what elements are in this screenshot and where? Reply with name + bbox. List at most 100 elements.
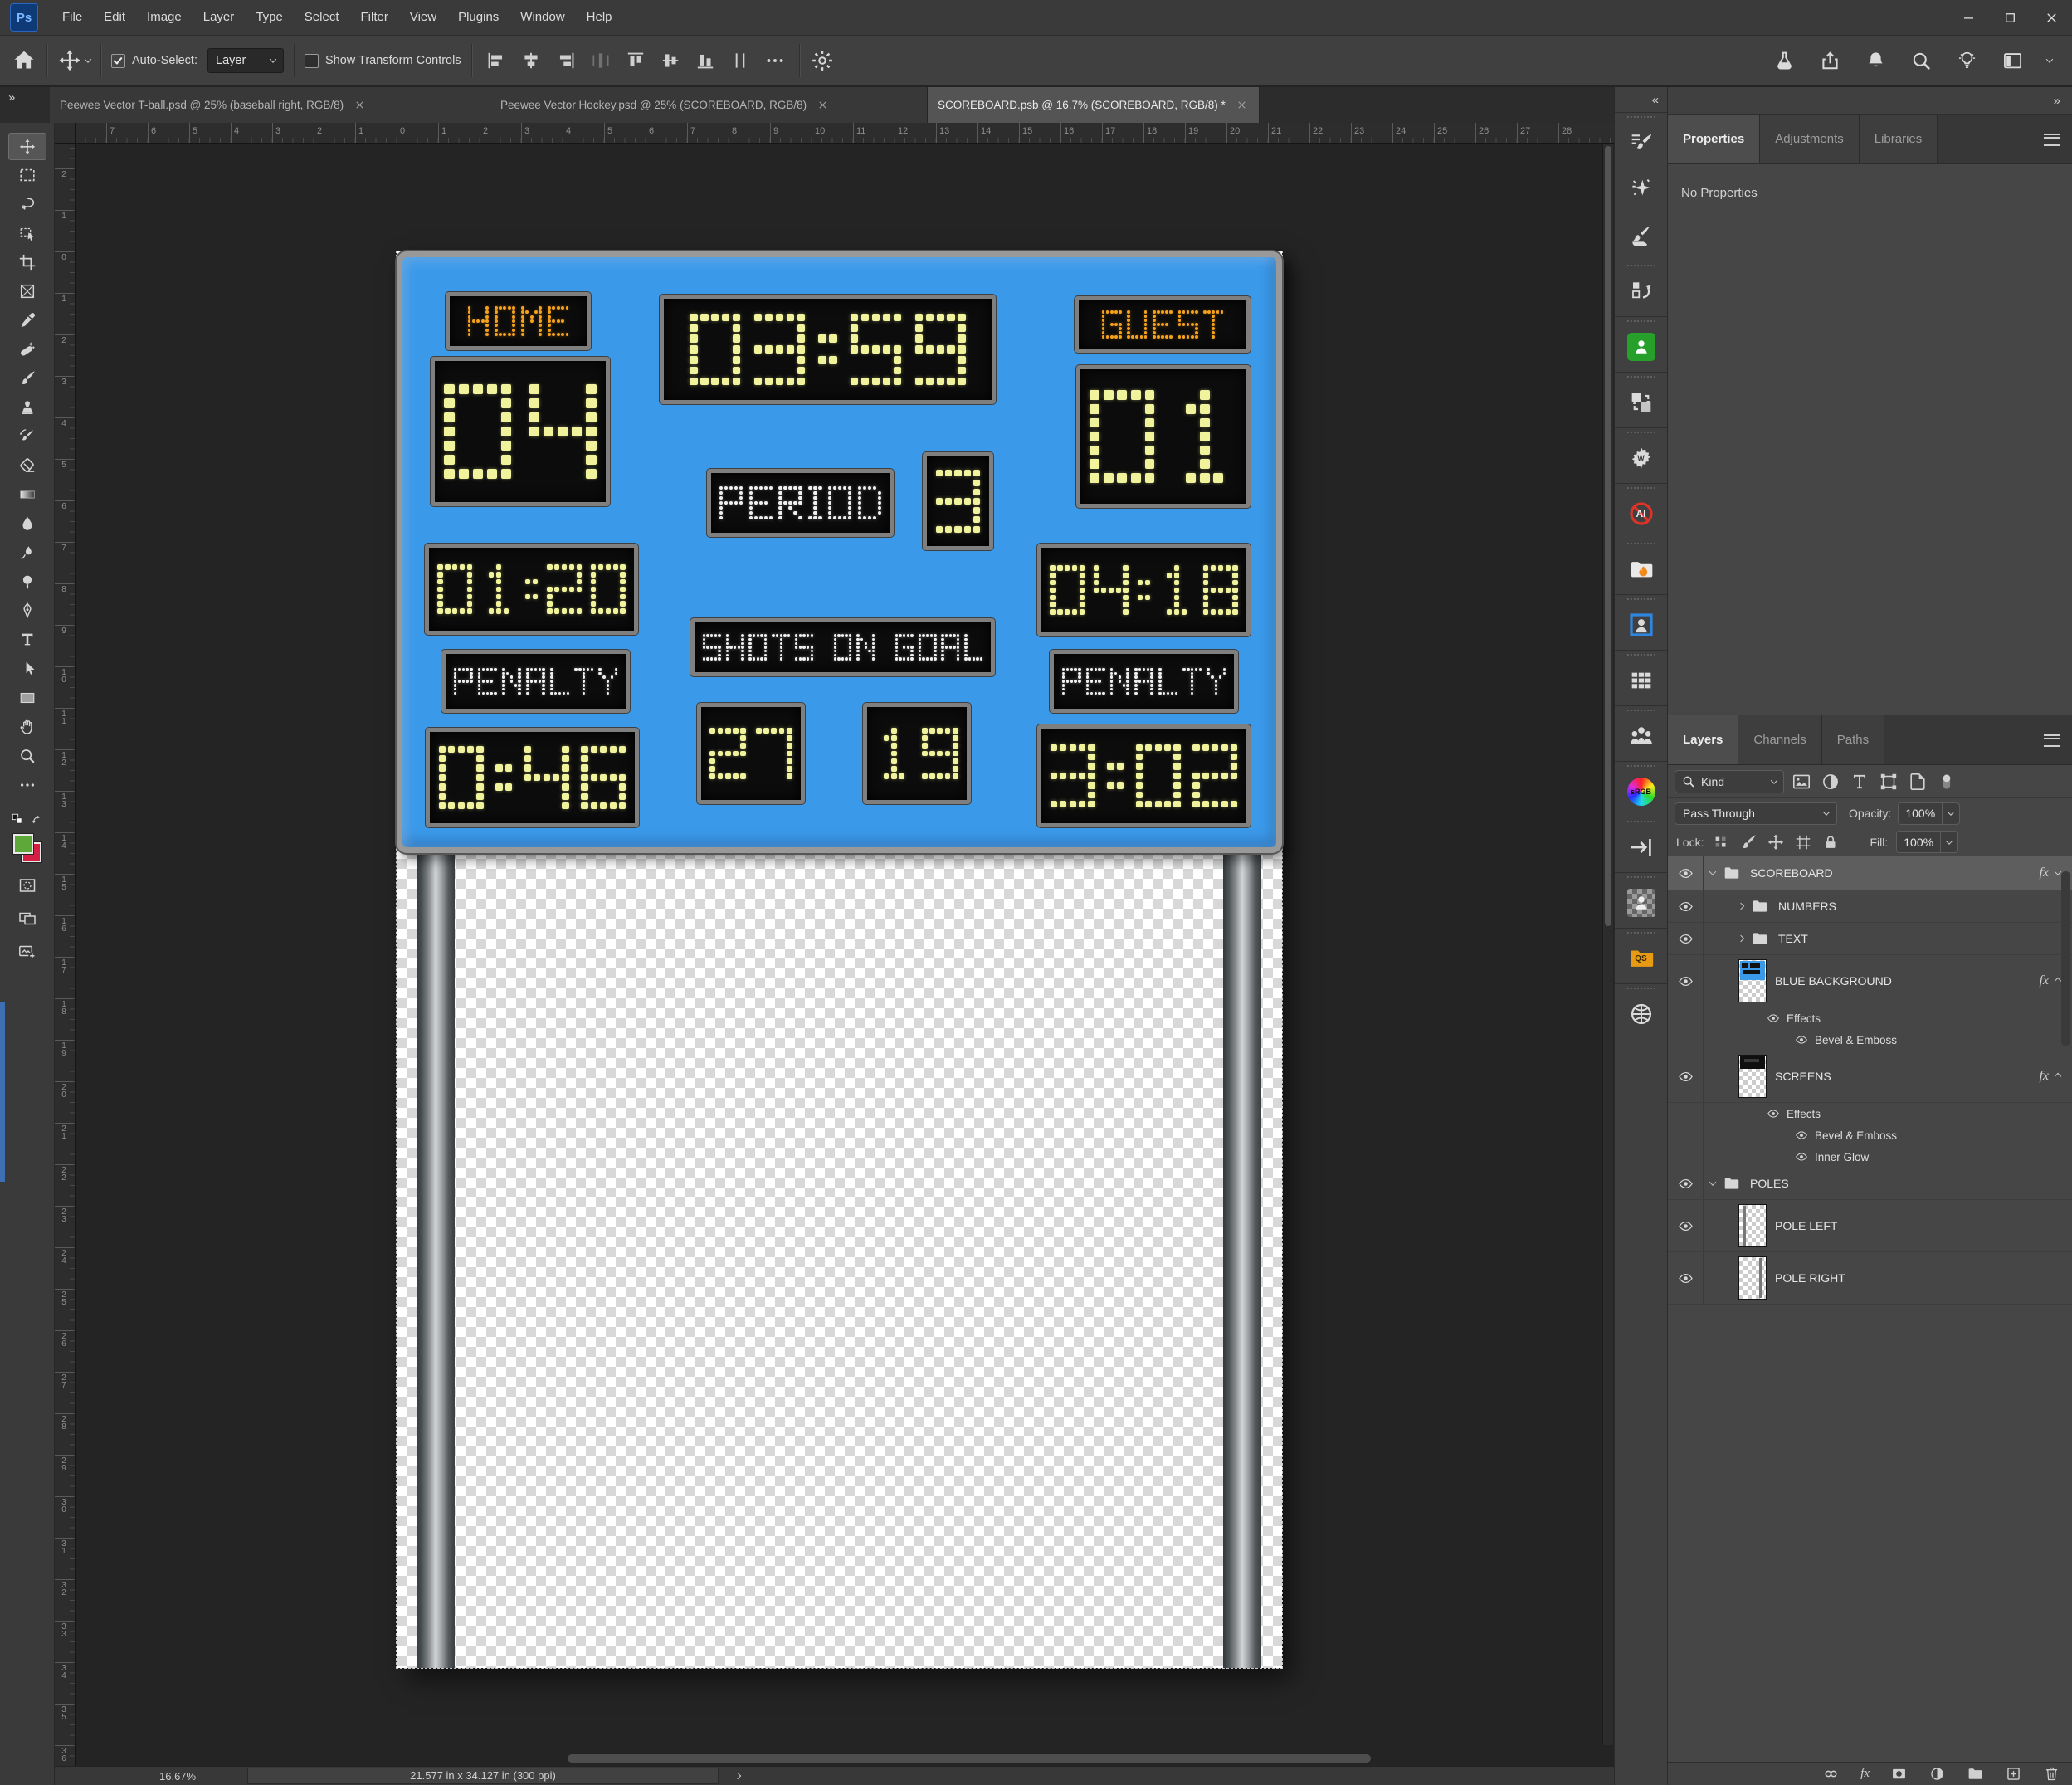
fill-dropdown-chevron[interactable]: [1940, 832, 1957, 852]
fill-field[interactable]: 100%: [1896, 831, 1958, 853]
fx-chevron-icon[interactable]: [2055, 978, 2061, 984]
blend-mode-dropdown[interactable]: Pass Through: [1675, 802, 1837, 825]
show-transform-checkbox[interactable]: Show Transform Controls: [305, 54, 461, 68]
layer-filter-dropdown[interactable]: Kind: [1675, 770, 1784, 793]
drag-grip[interactable]: [1627, 487, 1655, 489]
ellipsis-tool[interactable]: [7, 770, 48, 799]
properties-tab-libraries[interactable]: Libraries: [1860, 115, 1938, 163]
document-info[interactable]: 21.577 in x 34.127 in (300 ppi): [247, 1768, 719, 1784]
fx-badge[interactable]: fx: [2039, 973, 2049, 988]
menu-type[interactable]: Type: [245, 0, 294, 35]
auto-select-checkbox[interactable]: Auto-Select:: [111, 54, 197, 68]
menu-filter[interactable]: Filter: [350, 0, 399, 35]
move-tool[interactable]: [8, 133, 46, 160]
visibility-eye-icon[interactable]: [1767, 1012, 1780, 1025]
beaker-icon[interactable]: [1773, 50, 1796, 72]
visibility-eye-icon[interactable]: [1678, 1218, 1694, 1234]
layer-row-screens[interactable]: SCREENSfx: [1668, 1051, 2072, 1103]
drag-grip[interactable]: [1627, 265, 1655, 266]
chevron-right-icon[interactable]: [1738, 935, 1744, 942]
opacity-field[interactable]: 100%: [1898, 802, 1960, 825]
opacity-dropdown-chevron[interactable]: [1942, 803, 1959, 824]
maximize-button[interactable]: [1989, 0, 2031, 35]
fx-chevron-icon[interactable]: [2055, 868, 2061, 875]
srgb-profile-icon[interactable]: sRGB: [1615, 768, 1667, 815]
link-layers-button[interactable]: [1822, 1765, 1840, 1783]
background-removal-plugin-icon[interactable]: [1615, 880, 1667, 926]
visibility-eye-icon[interactable]: [1678, 931, 1694, 947]
transform-swap-panel-icon[interactable]: [1615, 379, 1667, 426]
visibility-eye-icon[interactable]: [1795, 1129, 1808, 1142]
type-tool[interactable]: [7, 625, 48, 654]
effects-sparkle-panel-icon[interactable]: [1615, 166, 1667, 212]
filter-kind-shape-icon[interactable]: [1878, 771, 1899, 793]
layer-row-bevel-emboss[interactable]: Bevel & Emboss: [1668, 1029, 2072, 1051]
rectangle-tool[interactable]: [7, 683, 48, 712]
new-adjustment-button[interactable]: [1928, 1765, 1946, 1783]
home-icon[interactable]: [12, 48, 37, 73]
distribute-v-icon[interactable]: [729, 50, 751, 71]
visibility-eye-icon[interactable]: [1678, 973, 1694, 989]
minimize-button[interactable]: [1948, 0, 1989, 35]
bell-icon[interactable]: [1865, 50, 1887, 72]
lock-lock-icon[interactable]: [1821, 833, 1840, 851]
layers-scrollbar-thumb[interactable]: [2061, 871, 2070, 1046]
menu-plugins[interactable]: Plugins: [447, 0, 509, 35]
dock-expand-icon[interactable]: «: [1615, 87, 1667, 112]
drag-grip[interactable]: [1627, 876, 1655, 878]
horizontal-scrollbar-thumb[interactable]: [568, 1754, 1371, 1763]
menu-file[interactable]: File: [51, 0, 93, 35]
layer-row-blue-background[interactable]: BLUE BACKGROUNDfx: [1668, 955, 2072, 1007]
healing-brush-tool[interactable]: [7, 334, 48, 363]
search-icon[interactable]: [1910, 50, 1933, 72]
menu-layer[interactable]: Layer: [193, 0, 246, 35]
menu-window[interactable]: Window: [509, 0, 575, 35]
visibility-eye-icon[interactable]: [1795, 1150, 1808, 1163]
foreground-color-swatch[interactable]: [13, 834, 33, 854]
drag-grip[interactable]: [1627, 765, 1655, 767]
canvas[interactable]: [397, 251, 1282, 1668]
filter-kind-smart-icon[interactable]: [1907, 771, 1928, 793]
fx-chevron-icon[interactable]: [2055, 1073, 2061, 1080]
layers-tab-layers[interactable]: Layers: [1668, 715, 1738, 764]
eyedropper-tool[interactable]: [7, 305, 48, 334]
drag-grip[interactable]: [1627, 821, 1655, 822]
scoreboard-graphic[interactable]: [397, 251, 1282, 853]
visibility-eye-icon[interactable]: [1767, 1107, 1780, 1120]
tab-close-icon[interactable]: [1236, 99, 1248, 111]
layer-row-scoreboard[interactable]: SCOREBOARDfx: [1668, 856, 2072, 890]
portrait-frame-plugin-icon[interactable]: [1615, 602, 1667, 648]
add-mask-button[interactable]: [1890, 1765, 1908, 1783]
hand-tool[interactable]: [7, 712, 48, 741]
filter-toggle-icon[interactable]: [1936, 771, 1957, 793]
vertical-scrollbar[interactable]: [1602, 144, 1613, 1745]
horizontal-scrollbar[interactable]: [76, 1753, 1601, 1763]
history-brush-tool[interactable]: [7, 422, 48, 451]
history-panel-icon[interactable]: [1615, 268, 1667, 315]
drag-grip[interactable]: [1627, 932, 1655, 934]
chevron-down-icon[interactable]: [2046, 56, 2053, 62]
paint-tools-panel-icon[interactable]: [1615, 212, 1667, 259]
lock-move-icon[interactable]: [1767, 833, 1785, 851]
brush-settings-panel-icon[interactable]: [1615, 119, 1667, 166]
align-top-icon[interactable]: [625, 50, 646, 71]
visibility-eye-icon[interactable]: [1678, 899, 1694, 914]
tab-close-icon[interactable]: [353, 99, 366, 111]
move-tool-badge-icon[interactable]: [57, 48, 82, 73]
path-selection-tool[interactable]: [7, 654, 48, 683]
sports-plugin-icon[interactable]: [1615, 991, 1667, 1037]
panel-menu-icon[interactable]: [2044, 134, 2060, 146]
blur-tool[interactable]: [7, 509, 48, 538]
vertical-scrollbar-thumb[interactable]: [1605, 146, 1611, 926]
add-layer-style-button[interactable]: fx: [1860, 1767, 1870, 1781]
menu-edit[interactable]: Edit: [93, 0, 136, 35]
visibility-eye-icon[interactable]: [1678, 1270, 1694, 1286]
layer-row-bevel-emboss[interactable]: Bevel & Emboss: [1668, 1124, 2072, 1146]
clone-stamp-tool[interactable]: [7, 393, 48, 422]
distribute-h-icon[interactable]: [590, 50, 612, 71]
crop-tool[interactable]: [7, 247, 48, 276]
lock-checker-sm-icon[interactable]: [1712, 833, 1730, 851]
drag-grip[interactable]: [1627, 654, 1655, 656]
chevron-right-icon[interactable]: [1738, 903, 1744, 910]
drag-grip[interactable]: [1627, 710, 1655, 711]
